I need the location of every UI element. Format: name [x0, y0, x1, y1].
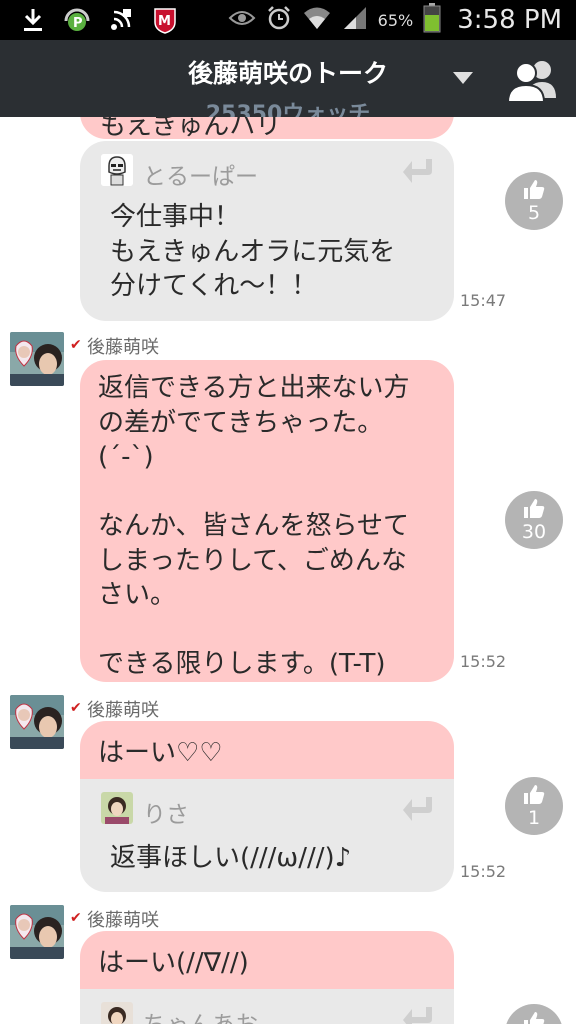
reply-sender-name: ちゃんあお: [143, 1005, 258, 1024]
reply-arrow-icon[interactable]: [402, 1005, 434, 1024]
reply-arrow-icon[interactable]: [402, 795, 434, 827]
avatar[interactable]: [10, 905, 64, 959]
message-text: 返事ほしい(///ω///)♪: [110, 843, 352, 873]
like-count: 1: [527, 807, 541, 829]
message-time: 15:52: [460, 652, 507, 671]
download-icon: [18, 5, 48, 35]
like-badge[interactable]: [505, 1004, 563, 1024]
mcafee-icon: M: [150, 5, 180, 35]
message-text: はーい♡♡: [98, 738, 223, 768]
verified-check-icon: ✔: [70, 337, 82, 353]
message-text: 返信できる方と出来ない方 の差がでてきちゃった。 (´-`) なんか、皆さんを怒…: [98, 373, 410, 679]
sender-name: 後藤萌咲: [87, 700, 159, 721]
battery-icon: [423, 3, 441, 37]
thumbs-up-icon: [522, 1009, 546, 1024]
reply-sender-name: とるーぱー: [143, 164, 258, 190]
thumbs-up-icon: [522, 177, 546, 205]
svg-text:P: P: [73, 16, 83, 31]
like-badge[interactable]: 30: [505, 491, 563, 549]
verified-check-icon: ✔: [70, 700, 82, 716]
like-badge[interactable]: 5: [505, 172, 563, 230]
notification-icons: P M: [18, 5, 180, 35]
like-badge[interactable]: 1: [505, 777, 563, 835]
thumbs-up-icon: [522, 782, 546, 810]
chevron-down-icon[interactable]: [452, 70, 474, 89]
system-icons: 65% 3:58 PM: [228, 0, 562, 40]
avatar[interactable]: [101, 154, 133, 186]
avatar[interactable]: [101, 1002, 133, 1024]
talk-title[interactable]: 後藤萌咲のトーク: [0, 54, 576, 90]
reply-bubble[interactable]: [80, 989, 454, 1024]
watch-count: 25350ウォッチ: [205, 102, 371, 117]
reply-sender-name: りさ: [143, 802, 189, 828]
members-icon[interactable]: [504, 58, 562, 108]
sender-name: 後藤萌咲: [87, 337, 159, 358]
avatar[interactable]: [10, 332, 64, 386]
sender-name: 後藤萌咲: [87, 910, 159, 931]
message-time: 15:52: [460, 862, 507, 881]
reply-arrow-icon[interactable]: [402, 157, 434, 189]
wifi-icon: [302, 5, 332, 35]
talk-timeline[interactable]: もえきゅんハリ とるーぱー 今仕事中！ もえきゅんオラに元気を 分けてくれ〜！！…: [0, 117, 576, 1024]
message-text: はーい(//∇//): [98, 948, 249, 978]
battery-percent: 65%: [377, 10, 414, 30]
signal-icon: [342, 5, 368, 35]
alarm-icon: [266, 5, 292, 35]
thumbs-up-icon: [522, 496, 546, 524]
status-bar: P M 65% 3:58 PM: [0, 0, 576, 40]
talk-header: 後藤萌咲のトーク 25350ウォッチ: [0, 40, 576, 117]
headphone-p-app-icon: P: [62, 5, 92, 35]
verified-check-icon: ✔: [70, 910, 82, 926]
like-count: 30: [521, 521, 547, 543]
message-time: 15:47: [460, 291, 507, 310]
eye-icon: [228, 8, 256, 32]
message-text: 今仕事中！ もえきゅんオラに元気を 分けてくれ〜！！: [110, 202, 396, 301]
svg-text:M: M: [158, 14, 171, 29]
like-count: 5: [527, 202, 541, 224]
avatar[interactable]: [10, 695, 64, 749]
nfc-icon: [106, 5, 136, 35]
clock: 3:58 PM: [457, 5, 562, 35]
message-text: もえきゅんハリ: [100, 117, 282, 141]
avatar[interactable]: [101, 792, 133, 824]
